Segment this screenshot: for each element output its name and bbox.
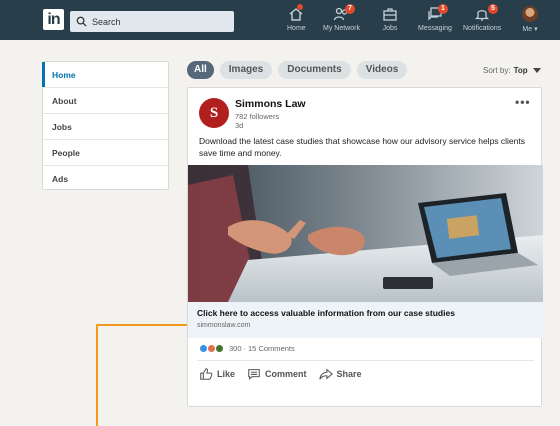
nav-jobs[interactable]: Jobs: [382, 4, 398, 38]
sidebar-item-people[interactable]: People: [43, 140, 168, 166]
network-badge: 7: [345, 4, 355, 14]
company-logo[interactable]: S: [199, 98, 229, 128]
follower-count: 782 followers: [235, 112, 280, 121]
page-sidebar: Home About Jobs People Ads: [42, 61, 169, 190]
comment-label: Comment: [265, 369, 307, 379]
sort-label: Sort by:: [483, 66, 511, 75]
nav-notifications-label: Notifications: [463, 25, 502, 32]
more-options-icon[interactable]: •••: [515, 95, 531, 109]
sidebar-item-home[interactable]: Home: [42, 62, 168, 88]
nav-home[interactable]: Home: [287, 4, 306, 38]
like-button[interactable]: Like: [199, 367, 235, 381]
post-actions: Like Comment Share: [199, 367, 362, 381]
nav-messaging[interactable]: 1 Messaging: [418, 4, 452, 38]
post-card: S Simmons Law 782 followers 3d ••• Downl…: [187, 87, 543, 407]
like-label: Like: [217, 369, 236, 379]
company-name[interactable]: Simmons Law: [235, 98, 306, 110]
social-counts[interactable]: 300 · 15 Comments: [199, 344, 295, 353]
nav-jobs-label: Jobs: [382, 25, 398, 32]
post-image[interactable]: [188, 165, 543, 302]
callout-line-vertical: [96, 324, 98, 426]
filter-videos[interactable]: Videos: [356, 61, 408, 79]
divider: [197, 360, 534, 361]
sort-dropdown[interactable]: Sort by: Top: [483, 66, 541, 75]
celebrate-reaction-icon: [215, 344, 224, 353]
sidebar-item-ads[interactable]: Ads: [43, 166, 168, 192]
link-url: simmonslaw.com: [197, 322, 251, 329]
linkedin-logo[interactable]: in: [43, 9, 64, 30]
link-title[interactable]: Click here to access valuable informatio…: [197, 308, 455, 318]
content-filters: All Images Documents Videos: [187, 61, 408, 79]
nav-network-label: My Network: [323, 25, 360, 32]
comment-icon: [248, 369, 260, 380]
meeting-photo: [188, 165, 543, 302]
share-button[interactable]: Share: [318, 367, 362, 381]
notifications-badge: 5: [488, 4, 498, 14]
filter-all[interactable]: All: [187, 61, 214, 79]
filter-images[interactable]: Images: [219, 61, 273, 79]
nav-my-network[interactable]: 7 My Network: [323, 4, 360, 38]
avatar: [522, 6, 538, 22]
nav-messaging-label: Messaging: [418, 25, 452, 32]
briefcase-icon: [383, 8, 397, 21]
search-input[interactable]: [92, 16, 222, 27]
chevron-down-icon: [532, 68, 541, 73]
sidebar-item-about[interactable]: About: [43, 88, 168, 114]
count-separator: ·: [243, 344, 247, 353]
reaction-count: 300: [229, 344, 242, 353]
messaging-badge: 1: [438, 4, 448, 14]
nav-me[interactable]: Me ▾: [522, 4, 538, 38]
post-age: 3d: [235, 121, 244, 130]
nav-home-label: Home: [287, 25, 306, 32]
sidebar-item-jobs[interactable]: Jobs: [43, 114, 168, 140]
comment-count[interactable]: 15 Comments: [248, 344, 295, 353]
post-text: Download the latest case studies that sh…: [199, 136, 526, 158]
nav-notifications[interactable]: 5 Notifications: [463, 4, 501, 38]
search-box[interactable]: [70, 11, 234, 32]
search-icon: [76, 16, 87, 27]
callout-line: [96, 324, 187, 326]
comment-button[interactable]: Comment: [247, 367, 307, 381]
thumbs-up-icon: [200, 368, 213, 380]
nav-me-label: Me ▾: [522, 26, 538, 33]
link-preview[interactable]: Click here to access valuable informatio…: [188, 302, 543, 338]
home-notification-dot: [297, 4, 303, 10]
share-label: Share: [336, 369, 362, 379]
sort-value: Top: [513, 66, 528, 75]
top-nav-bar: in Home 7 My Network Jobs 1 Messaging 5 …: [0, 0, 560, 40]
filter-documents[interactable]: Documents: [278, 61, 351, 79]
share-icon: [318, 368, 333, 380]
